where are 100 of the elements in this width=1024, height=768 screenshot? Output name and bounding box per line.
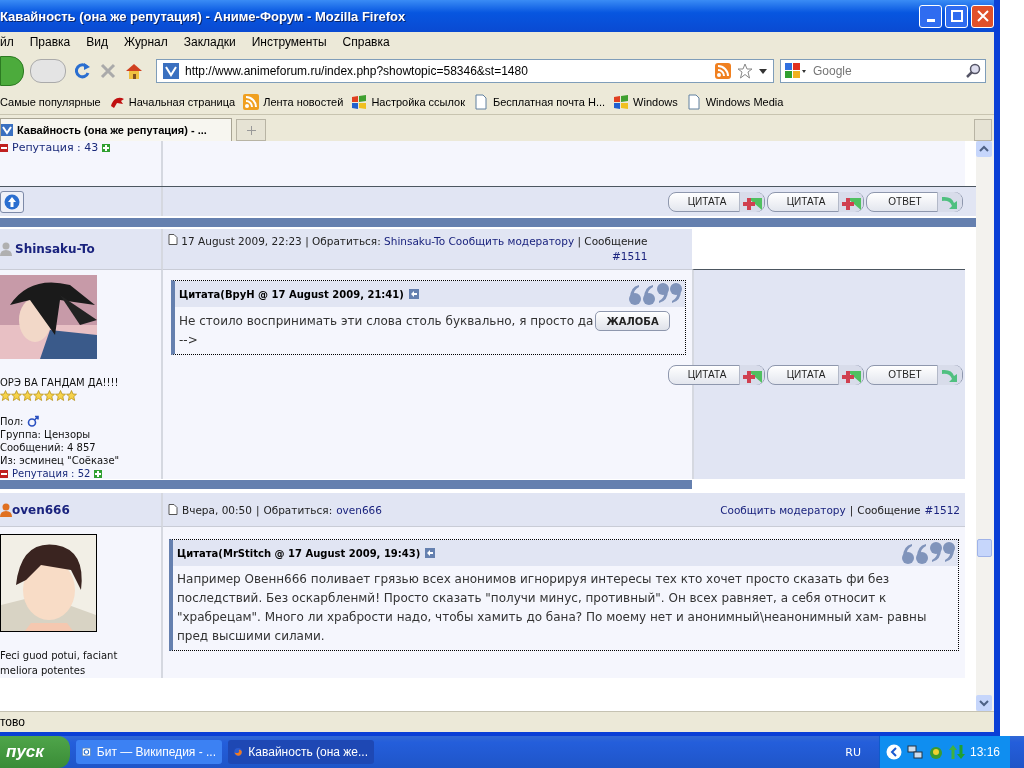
page-icon (168, 504, 178, 515)
site-icon (1, 124, 13, 136)
back-arrow-icon[interactable] (408, 289, 419, 299)
plus-icon[interactable] (94, 469, 103, 478)
star-icon (0, 390, 11, 401)
post-number-link[interactable]: #1512 (924, 503, 960, 516)
menu-item[interactable]: йл (0, 35, 22, 49)
scrollbar[interactable] (976, 141, 994, 711)
plus-icon[interactable] (102, 143, 111, 152)
reputation-link[interactable]: Репутация : 43 (12, 141, 99, 154)
author-name[interactable]: Shinsaku-To (15, 242, 95, 256)
quote-button[interactable]: ЦИТАТА (668, 364, 765, 385)
star-icon (11, 390, 22, 401)
plus-icon (246, 125, 256, 135)
reputation-link[interactable]: Репутация : 52 (12, 468, 91, 479)
post-date: 17 August 2009, 22:23 (181, 235, 302, 247)
bookmark[interactable]: Начальная страница (108, 94, 236, 110)
post-date: Вчера, 00:50 (182, 503, 252, 516)
post-number-link[interactable]: #1511 (168, 249, 648, 264)
post-number-label: Сообщение (857, 503, 921, 516)
browser-tab[interactable]: Кавайность (она же репутация) - ... (0, 118, 232, 141)
quote-text: Не стоило воспринимать эти слова столь буквально, я просто да (179, 312, 594, 330)
maximize-button[interactable] (945, 4, 968, 28)
reply-button[interactable]: ОТВЕТ (866, 364, 963, 385)
language-indicator[interactable]: RU (845, 745, 861, 759)
quote-marks-icon (627, 282, 683, 306)
quote-button[interactable]: ЦИТАТА (767, 364, 864, 385)
contact-label: Обратиться: (263, 503, 333, 516)
separator-text: | (255, 503, 260, 516)
member-detail: Группа: Цензоры (0, 429, 92, 440)
scroll-down-icon[interactable] (976, 695, 992, 711)
star-icon (55, 390, 66, 401)
scroll-top-button[interactable] (0, 190, 24, 213)
menu-item[interactable]: Правка (21, 35, 79, 49)
back-button[interactable] (0, 56, 24, 86)
star-icon (44, 390, 55, 401)
separator-text: | (577, 235, 581, 247)
separator-text: | (849, 503, 854, 516)
feed-icon[interactable] (715, 63, 731, 79)
menu-item[interactable]: Инструменты (243, 35, 335, 49)
windows-flag-icon (613, 94, 630, 110)
page-icon (685, 94, 702, 110)
network-icon[interactable] (906, 744, 923, 760)
dropdown-icon[interactable] (759, 67, 767, 75)
search-engine-icon[interactable] (785, 63, 807, 79)
home-icon[interactable] (124, 61, 144, 81)
quote-header: Цитата(MrStitch @ 17 August 2009, 19:43) (177, 547, 421, 559)
clock: 13:16 (969, 745, 1000, 759)
member-title: ОРЭ ВА ГАНДАМ ДА!!!! (0, 377, 120, 388)
maximize-icon (949, 9, 964, 23)
reload-icon[interactable] (72, 61, 92, 81)
complaint-button[interactable]: ЖАЛОБА (595, 311, 670, 331)
scroll-up-icon[interactable] (976, 141, 992, 157)
bookmark[interactable]: Windows (613, 94, 678, 110)
minimize-button[interactable] (919, 4, 942, 28)
windows-flag-icon (351, 94, 368, 110)
minus-icon[interactable] (0, 469, 8, 478)
taskbar-button[interactable]: Кавайность (она же... (228, 740, 374, 764)
close-button[interactable] (971, 4, 994, 28)
quote-marks-icon (900, 541, 956, 565)
star-icon[interactable] (737, 63, 753, 79)
address-bar[interactable]: http://www.animeforum.ru/index.php?showtopic=58346&st=1480 (156, 59, 774, 83)
menu-item[interactable]: Вид (78, 35, 116, 49)
taskbar-button[interactable]: Бит — Википедия - ... (76, 740, 222, 764)
star-icon (33, 390, 44, 401)
reply-button[interactable]: ОТВЕТ (866, 191, 963, 212)
member-detail: Сообщений: 4 857 (0, 442, 97, 453)
bookmark[interactable]: Windows Media (685, 94, 784, 110)
star-icon (66, 390, 77, 401)
bookmark[interactable]: Самые популярные (0, 96, 101, 108)
bookmark[interactable]: Настройка ссылок (351, 94, 465, 110)
quote-button[interactable]: ЦИТАТА (767, 191, 864, 212)
menu-item[interactable]: Журнал (116, 35, 176, 49)
author-name[interactable]: oven666 (12, 502, 70, 517)
back-arrow-icon[interactable] (425, 548, 436, 558)
menu-item[interactable]: Закладки (175, 35, 244, 49)
bug-icon[interactable] (927, 744, 944, 760)
quote-button[interactable]: ЦИТАТА (668, 191, 765, 212)
author-link[interactable]: Shinsaku-To (384, 235, 446, 247)
close-icon (975, 9, 990, 23)
status-text: тово (0, 715, 25, 729)
chevron-icon[interactable] (885, 744, 902, 760)
page-icon (82, 744, 91, 760)
start-button[interactable]: пуск (0, 736, 70, 768)
star-icon (22, 390, 33, 401)
page-icon (168, 234, 178, 245)
report-link[interactable]: Сообщить модератору (448, 235, 575, 247)
minus-icon[interactable] (0, 143, 8, 152)
new-tab-button[interactable] (236, 119, 266, 141)
quote-text: --> (179, 332, 199, 349)
post-number-label: Сообщение (584, 235, 648, 247)
scroll-thumb[interactable] (977, 539, 992, 557)
bookmark[interactable]: Лента новостей (243, 94, 344, 110)
bookmark[interactable]: Бесплатная почта Н... (472, 94, 606, 110)
search-bar[interactable]: Google (780, 59, 986, 83)
window-title: Кавайность (она же репутация) - Аниме-Форум - Mozilla Firefox (0, 8, 407, 24)
report-link[interactable]: Сообщить модератору (720, 503, 846, 516)
menu-item[interactable]: Справка (334, 35, 398, 49)
author-link[interactable]: oven666 (336, 503, 382, 516)
search-icon[interactable] (965, 63, 981, 79)
